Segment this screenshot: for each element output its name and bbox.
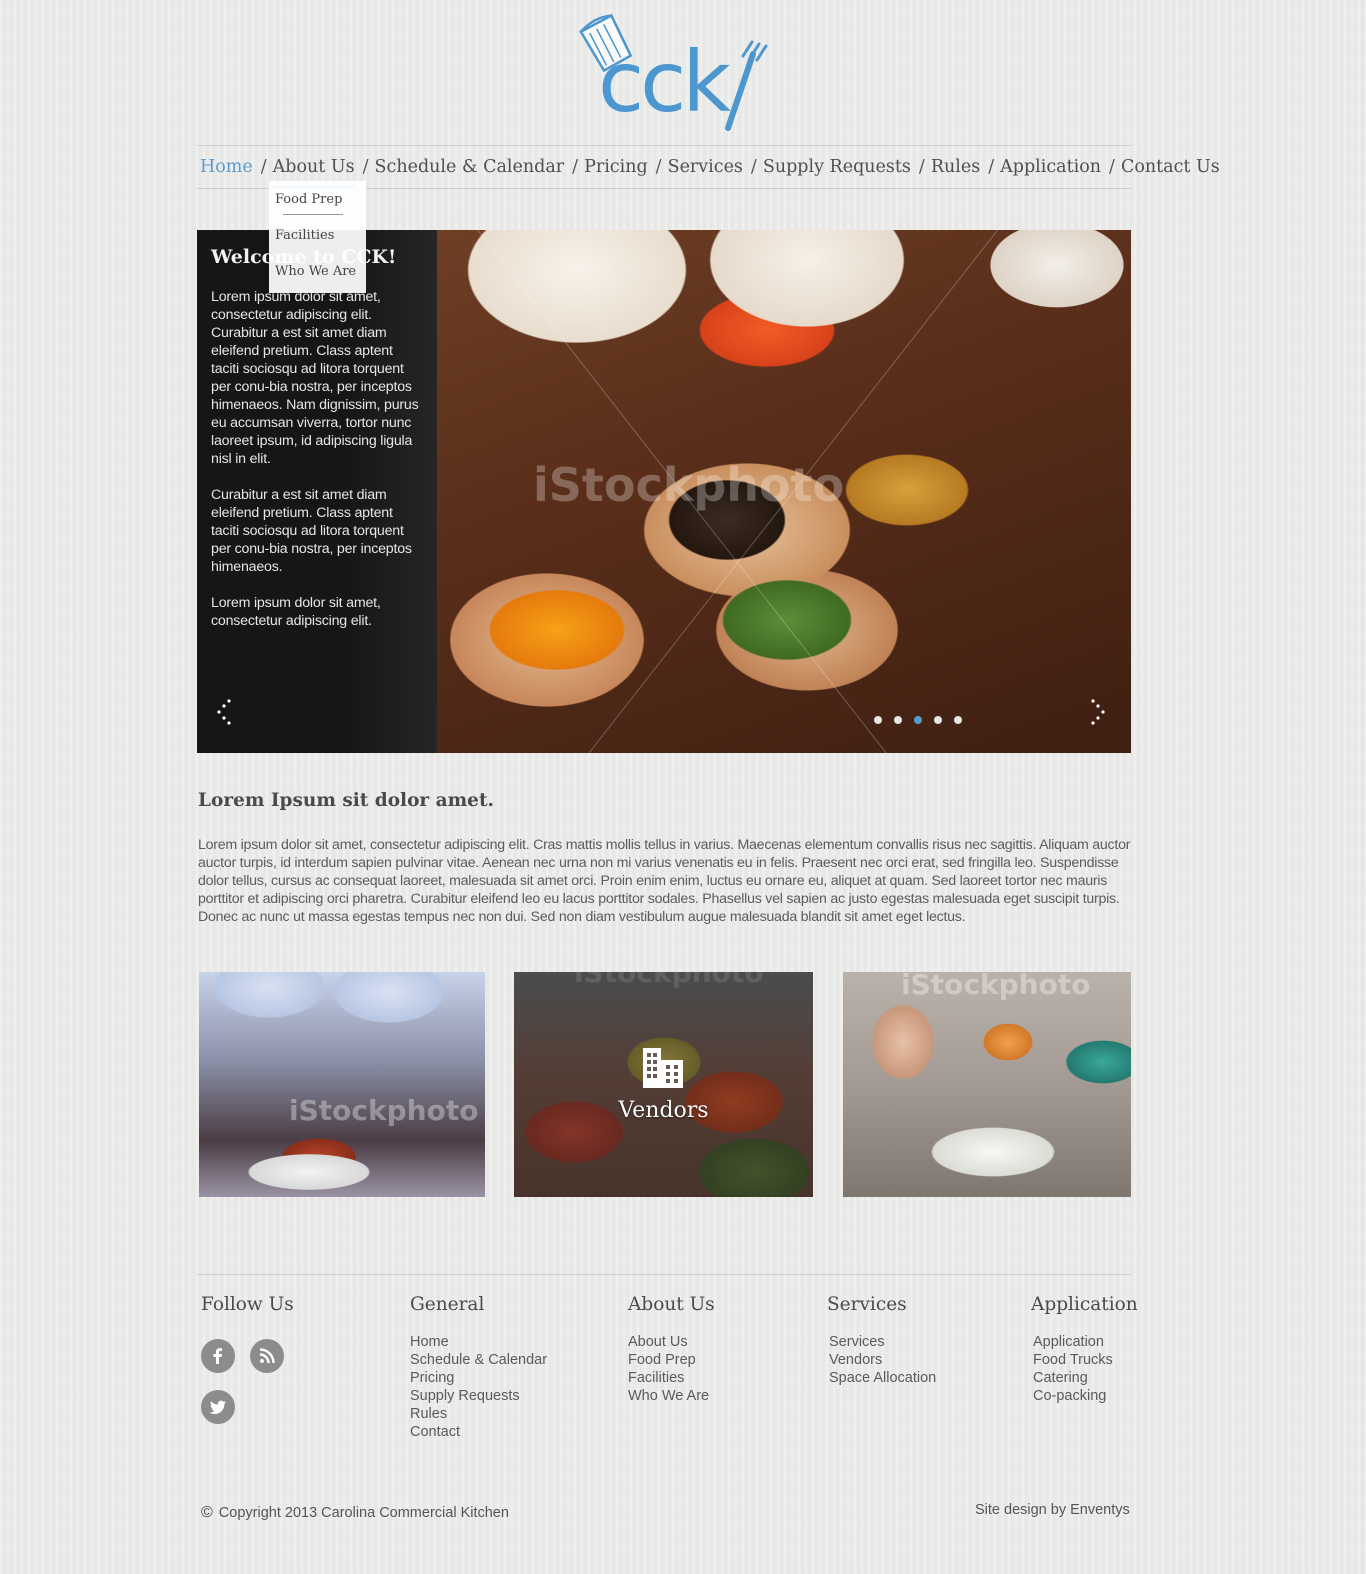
slider-dot[interactable] (954, 716, 962, 724)
facebook-icon[interactable] (201, 1339, 235, 1373)
about-us-dropdown: Food Prep Facilities Who We Are (269, 181, 366, 293)
nav-separator: / (918, 157, 925, 177)
feature-tile-chef[interactable]: iStockphoto (843, 972, 1131, 1197)
dropdown-item-food-prep[interactable]: Food Prep (269, 191, 366, 227)
slider-dot[interactable] (874, 716, 882, 724)
twitter-icon[interactable] (201, 1390, 235, 1424)
nav-separator: / (655, 157, 662, 177)
footer-link-contact[interactable]: Contact (410, 1423, 547, 1441)
nav-item-home[interactable]: Home (200, 157, 253, 177)
intro-heading: Lorem Ipsum sit dolor amet. (198, 790, 494, 811)
footer-link-who-we-are[interactable]: Who We Are (628, 1387, 715, 1405)
footer-heading: General (410, 1294, 485, 1315)
nav-separator: / (362, 157, 369, 177)
nav-separator: / (1109, 157, 1115, 177)
tile-label-vendors: Vendors (618, 1098, 709, 1123)
dropdown-item-facilities[interactable]: Facilities (269, 227, 366, 263)
site-credit[interactable]: Site design by Enventys (975, 1502, 1130, 1518)
footer-link-space-allocation[interactable]: Space Allocation (829, 1369, 936, 1387)
building-icon (643, 1048, 683, 1088)
footer-link-services[interactable]: Services (829, 1333, 936, 1351)
footer-link-pricing[interactable]: Pricing (410, 1369, 547, 1387)
feature-tile-vendors[interactable]: iStockphoto Vendors (514, 972, 813, 1197)
slider-next-arrow-icon[interactable] (1087, 697, 1107, 727)
slide-paragraph: Lorem ipsum dolor sit amet, consectetur … (211, 595, 381, 629)
hero-slider: Welcome to CCK! Lorem ipsum dolor sit am… (197, 230, 1131, 753)
image-watermark: iStockphoto (901, 972, 1091, 1001)
slider-dot[interactable] (934, 716, 942, 724)
slider-prev-arrow-icon[interactable] (215, 697, 235, 727)
slide-caption-panel: Welcome to CCK! Lorem ipsum dolor sit am… (197, 230, 438, 753)
footer-link-rules[interactable]: Rules (410, 1405, 547, 1423)
footer-link-food-prep[interactable]: Food Prep (628, 1351, 715, 1369)
footer-link-vendors[interactable]: Vendors (829, 1351, 936, 1369)
slide-paragraph: Lorem ipsum dolor sit amet, consectetur … (211, 289, 419, 467)
rss-icon[interactable] (250, 1339, 284, 1373)
image-watermark: iStockphoto (533, 458, 845, 512)
footer-heading: Application (1031, 1294, 1138, 1315)
footer-link-catering[interactable]: Catering (1033, 1369, 1138, 1387)
nav-item-pricing[interactable]: Pricing (584, 157, 648, 177)
footer-link-facilities[interactable]: Facilities (628, 1369, 715, 1387)
footer-divider (197, 1274, 1131, 1275)
nav-separator: / (260, 157, 267, 177)
nav-item-about-us[interactable]: About Us (272, 157, 355, 188)
footer-link-food-trucks[interactable]: Food Trucks (1033, 1351, 1138, 1369)
footer-link-schedule-calendar[interactable]: Schedule & Calendar (410, 1351, 547, 1369)
footer-heading: About Us (628, 1294, 715, 1315)
footer-col-services: Services Services Vendors Space Allocati… (827, 1294, 936, 1387)
nav-item-contact-us[interactable]: Contact Us (1121, 157, 1220, 177)
slider-pagination (874, 716, 962, 724)
copyright-text: Copyright 2013 Carolina Commercial Kitch… (218, 1505, 509, 1521)
slide-image-spices: iStockphoto (437, 230, 1131, 753)
nav-item-rules[interactable]: Rules (931, 157, 980, 177)
footer-link-supply-requests[interactable]: Supply Requests (410, 1387, 547, 1405)
footer-link-co-packing[interactable]: Co-packing (1033, 1387, 1138, 1405)
footer-link-application[interactable]: Application (1033, 1333, 1138, 1351)
footer-heading: Follow Us (201, 1294, 294, 1315)
footer-link-home[interactable]: Home (410, 1333, 547, 1351)
slider-dot-active[interactable] (914, 716, 922, 724)
slide-paragraph: Curabitur a est sit amet diam eleifend p… (211, 487, 412, 575)
footer-col-about: About Us About Us Food Prep Facilities W… (628, 1294, 715, 1405)
intro-paragraph: Lorem ipsum dolor sit amet, consectetur … (198, 837, 1131, 925)
cck-logo[interactable]: cck (578, 13, 768, 134)
logo-text: cck (598, 33, 731, 131)
nav-item-schedule-calendar[interactable]: Schedule & Calendar (375, 157, 565, 177)
nav-item-services[interactable]: Services (668, 157, 743, 177)
slider-dot[interactable] (894, 716, 902, 724)
footer-col-general: General Home Schedule & Calendar Pricing… (410, 1294, 547, 1441)
copyright: © Copyright 2013 Carolina Commercial Kit… (201, 1504, 509, 1522)
copyright-icon: © (201, 1504, 213, 1521)
nav-separator: / (750, 157, 757, 177)
image-watermark: iStockphoto (289, 1094, 479, 1127)
nav-separator: / (988, 157, 995, 177)
footer-link-about-us[interactable]: About Us (628, 1333, 715, 1351)
nav-item-supply-requests[interactable]: Supply Requests (763, 157, 911, 177)
footer-heading: Services (827, 1294, 907, 1315)
footer-col-application: Application Application Food Trucks Cate… (1031, 1294, 1138, 1405)
footer-col-follow: Follow Us (201, 1294, 294, 1333)
dropdown-item-who-we-are[interactable]: Who We Are (269, 263, 366, 299)
nav-separator: / (572, 157, 579, 177)
nav-item-application[interactable]: Application (1000, 157, 1101, 177)
feature-tile-kitchen[interactable]: iStockphoto (199, 972, 485, 1197)
